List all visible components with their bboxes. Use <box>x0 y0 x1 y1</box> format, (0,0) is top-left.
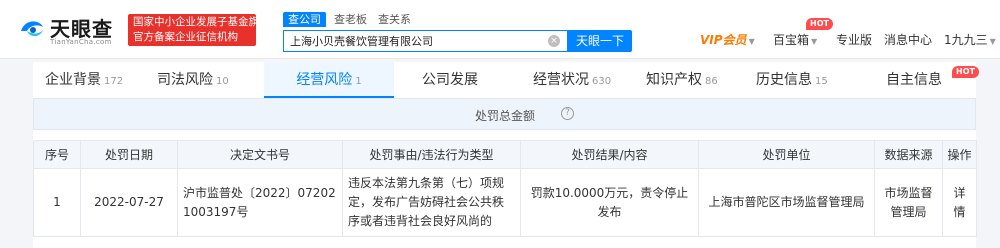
chevron-down-icon: ▼ <box>811 37 818 46</box>
penalty-total-label: 处罚总金额 <box>475 109 536 123</box>
tab-company-development[interactable]: 公司发展 <box>422 62 478 98</box>
column-header: 处罚日期 <box>80 140 178 169</box>
penalty-table: 序号 处罚日期 决定文书号 处罚事由/违法行为类型 处罚结果/内容 处罚单位 数… <box>33 140 977 237</box>
table-header-row: 序号 处罚日期 决定文书号 处罚事由/违法行为类型 处罚结果/内容 处罚单位 数… <box>33 140 977 169</box>
tab-count: 172 <box>104 76 124 87</box>
hot-badge: HOT <box>952 66 979 78</box>
tab-count: 10 <box>216 76 229 87</box>
vip-member-link[interactable]: VIP会员 ▼ <box>700 30 755 50</box>
tab-operation-risk[interactable]: 经营风险 1 <box>264 62 394 98</box>
tianyancha-logo[interactable]: 天眼查 TianYanCha.com <box>18 12 123 48</box>
tab-label: 历史信息 <box>756 72 812 88</box>
tab-count: 15 <box>815 76 828 87</box>
data-source: 市场监督管理局 <box>874 168 943 237</box>
penalty-reason: 违反本法第九条第（七）项规定，发布广告妨碍社会公共秩序或者违背社会良好风尚的 <box>342 168 521 237</box>
tab-label: 司法风险 <box>157 72 213 88</box>
tab-count: 630 <box>592 76 612 87</box>
column-header: 数据来源 <box>874 140 943 169</box>
penalty-unit: 上海市普陀区市场监督管理局 <box>698 168 875 237</box>
clear-icon[interactable]: × <box>548 35 560 47</box>
column-header: 操作 <box>942 140 977 169</box>
search-input[interactable] <box>284 31 544 51</box>
official-badge: 国家中小企业发展子基金旗下 官方备案企业征信机构 <box>128 14 256 46</box>
badge-line-2: 官方备案企业征信机构 <box>133 31 238 43</box>
treasure-box-link[interactable]: 百宝箱 ▼ HOT <box>773 18 833 50</box>
penalty-result: 罚款10.0000万元，责令停止发布 <box>520 168 699 237</box>
row-index: 1 <box>33 168 81 237</box>
treasure-label: 百宝箱 <box>773 33 810 47</box>
chevron-down-icon: ▼ <box>748 37 755 46</box>
column-header: 决定文书号 <box>177 140 343 169</box>
user-name: 1九九三 <box>944 33 988 47</box>
tab-label: 公司发展 <box>422 72 478 88</box>
badge-line-1: 国家中小企业发展子基金旗下 <box>133 16 256 28</box>
hot-badge: HOT <box>806 18 833 30</box>
logo-eye-icon <box>21 21 43 37</box>
chevron-down-icon: ▼ <box>989 37 996 46</box>
tab-label: 自主信息 <box>886 72 942 88</box>
administrative-penalty-section: 处罚总金额 ? 序号 处罚日期 决定文书号 处罚事由/违法行为类型 处罚结果/内… <box>33 98 977 248</box>
table-row: 1 2022-07-27 沪市监普处〔2022〕072021003197号 违反… <box>33 168 977 237</box>
column-header: 处罚事由/违法行为类型 <box>342 140 521 169</box>
search-button[interactable]: 天眼一下 <box>568 30 632 52</box>
detail-link[interactable]: 详情 <box>942 168 977 237</box>
tab-label: 企业背景 <box>45 72 101 88</box>
tab-count: 86 <box>705 76 718 87</box>
top-header: 天眼查 TianYanCha.com 国家中小企业发展子基金旗下 官方备案企业征… <box>0 0 1000 59</box>
user-menu[interactable]: 1九九三 ▼ <box>944 30 996 50</box>
tab-business-status[interactable]: 经营状况 630 <box>533 62 611 98</box>
tab-label: 知识产权 <box>646 72 702 88</box>
pro-version-link[interactable]: 专业版 <box>836 30 872 50</box>
tab-label: 经营风险 <box>296 72 353 88</box>
tab-self-info[interactable]: 自主信息 HOT <box>886 62 979 98</box>
penalty-date: 2022-07-27 <box>80 168 178 237</box>
tab-search-relation[interactable]: 查关系 <box>378 12 411 27</box>
decision-doc-number: 沪市监普处〔2022〕072021003197号 <box>177 168 343 237</box>
column-header: 处罚结果/内容 <box>520 140 699 169</box>
tab-enterprise-background[interactable]: 企业背景 172 <box>45 62 123 98</box>
vip-label: VIP会员 <box>700 33 747 47</box>
column-header: 序号 <box>33 140 81 169</box>
help-icon[interactable]: ? <box>561 107 574 120</box>
tab-intellectual-property[interactable]: 知识产权 86 <box>646 62 718 98</box>
company-tab-bar: 企业背景 172 司法风险 10 经营风险 1 公司发展 经营状况 630 知识产权 86… <box>33 62 979 98</box>
column-header: 处罚单位 <box>698 140 875 169</box>
penalty-total-row: 处罚总金额 ? <box>33 98 976 130</box>
tab-search-company[interactable]: 查公司 <box>283 12 326 27</box>
tab-history-info[interactable]: 历史信息 15 <box>756 62 828 98</box>
tab-search-boss[interactable]: 查老板 <box>334 12 367 27</box>
logo-url: TianYanCha.com <box>50 38 112 46</box>
tab-count: 1 <box>355 76 362 87</box>
tab-label: 经营状况 <box>533 72 589 88</box>
message-center-link[interactable]: 消息中心 <box>884 30 932 50</box>
tab-judicial-risk[interactable]: 司法风险 10 <box>157 62 229 98</box>
search-box: × <box>283 30 568 52</box>
